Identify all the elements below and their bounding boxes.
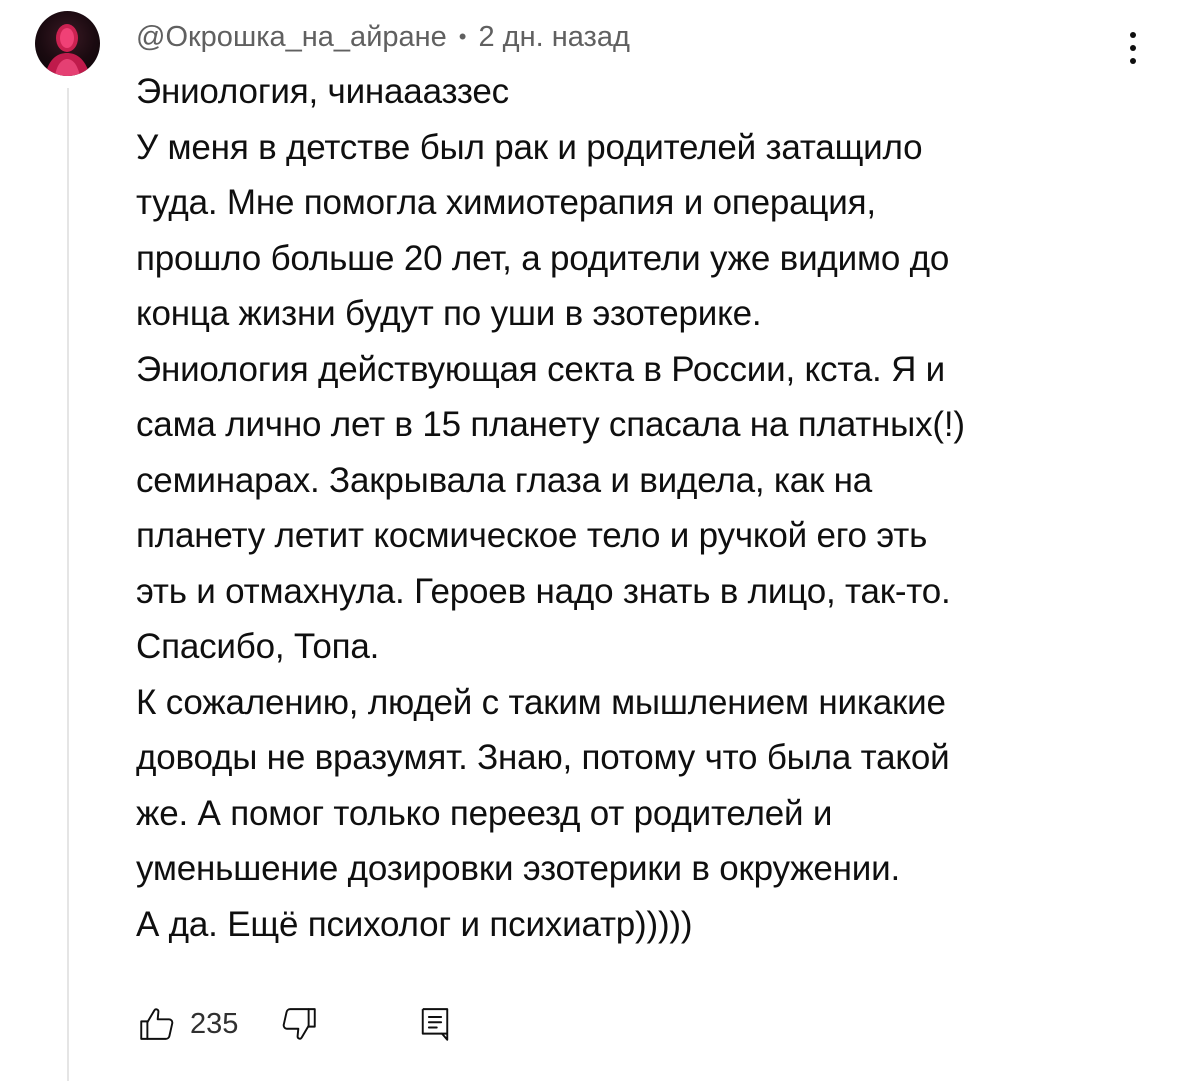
avatar[interactable] [35,11,100,76]
reply-icon [422,1008,449,1041]
comment-line: Эниология действующая секта в России, кс… [136,349,946,389]
comment-line: туда. Мне помогла химиотерапия и операци… [136,183,876,222]
like-button[interactable]: 235 [136,1003,238,1045]
comment-line: сама лично лет в 15 планету спасала на п… [136,405,965,444]
header-separator: • [458,24,467,49]
menu-dot [1130,45,1136,51]
comment-line: прошло больше 20 лет, а родители уже вид… [136,238,950,278]
comment-timestamp[interactable]: 2 дн. назад [479,21,630,54]
comment-line: Спасибо, Топа. [136,627,380,666]
comment-line: доводы не вразумят. Знаю, потому что был… [136,738,950,777]
avatar-image [45,24,90,76]
author-name[interactable]: @Окрошка_на_айране [136,21,447,54]
comment-line: К сожалению, людей с таким мышлением ник… [136,682,946,722]
thumbs-up-icon [140,1008,174,1040]
menu-dot [1130,32,1136,38]
comment-line: Эниология, чинаааззес [136,72,509,111]
comment-line: конца жизни будут по уши в эзотерике. [136,294,762,333]
comment-header: @Окрошка_на_айране • 2 дн. назад [136,17,630,57]
comment-line: семинарах. Закрывала глаза и видела, как… [136,460,873,500]
comment-line: эть и отмахнула. Героев надо знать в лиц… [136,571,951,611]
comment-actions: 235 [136,994,456,1054]
thumbs-down-icon [283,1008,317,1040]
comment-text: Эниология, чинаааззес У меня в детстве б… [136,64,1136,952]
reply-button[interactable] [414,1003,456,1045]
like-count: 235 [190,1007,239,1040]
comment-line: А да. Ещё психолог и психиатр))))) [136,904,693,944]
dislike-button[interactable] [278,1003,320,1045]
comment-line: планету летит космическое тело и ручкой … [136,516,928,555]
comment-line: уменьшение дозировки эзотерики в окружен… [136,849,901,888]
thread-line [67,88,69,1081]
comment-line: же. А помог только переезд от родителей … [136,793,833,833]
comment-line: У меня в детстве был рак и родителей зат… [136,127,923,167]
